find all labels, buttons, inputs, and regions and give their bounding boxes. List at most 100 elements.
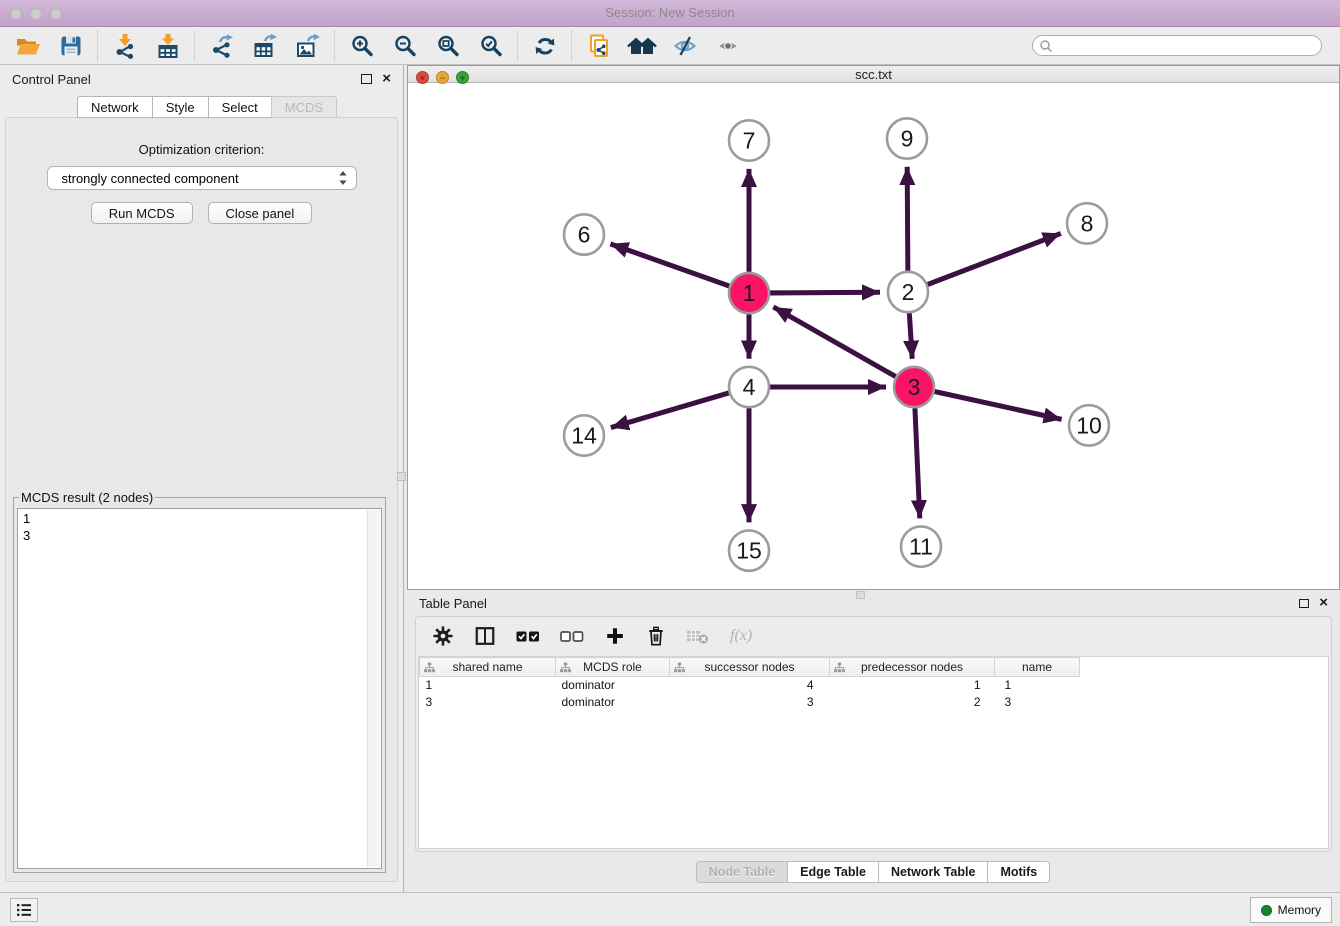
table-cell[interactable]: 3 (420, 694, 556, 711)
graph-edge-3-1[interactable] (773, 307, 895, 377)
table-cell[interactable]: 1 (830, 677, 995, 694)
tab-network-table[interactable]: Network Table (878, 861, 989, 883)
network-window-controls[interactable]: × − + (416, 71, 469, 84)
column-header-predecessor-nodes[interactable]: predecessor nodes (830, 658, 995, 677)
dropdown-stepper-icon (338, 170, 348, 186)
toolbar-separator (334, 31, 335, 61)
table-container: f(x) shared nameMCDS rolesuccessor nodes… (415, 616, 1332, 852)
list-icon (16, 903, 32, 917)
result-scrollbar[interactable] (367, 510, 380, 867)
column-header-successor-nodes[interactable]: successor nodes (670, 658, 830, 677)
refresh-view-button[interactable] (523, 30, 566, 62)
table-cell[interactable]: 3 (995, 694, 1080, 711)
table-cell[interactable]: 1 (995, 677, 1080, 694)
import-table-button[interactable] (146, 30, 189, 62)
optimization-criterion-value: strongly connected component (62, 171, 338, 186)
graph-edge-2-9[interactable] (907, 167, 908, 271)
node-table-header-row: shared nameMCDS rolesuccessor nodesprede… (420, 658, 1080, 677)
settings-gear-button[interactable] (432, 625, 454, 647)
clone-network-view-button[interactable] (577, 30, 620, 62)
select-all-button[interactable] (516, 628, 540, 644)
tab-network[interactable]: Network (77, 96, 153, 118)
deselect-all-button[interactable] (560, 628, 584, 644)
apply-layout-home-button[interactable] (620, 30, 663, 62)
column-header-name[interactable]: name (995, 658, 1080, 677)
network-view-window: × − + scc.txt 7968124314101511 (407, 65, 1340, 590)
float-panel-icon[interactable] (361, 74, 372, 84)
run-mcds-button[interactable]: Run MCDS (91, 202, 193, 224)
graph-edge-3-11[interactable] (915, 408, 920, 518)
minimize-window-icon[interactable] (30, 8, 42, 20)
graph-svg: 7968124314101511 (408, 83, 1339, 589)
close-panel-icon[interactable]: × (382, 74, 391, 84)
search-input[interactable] (1032, 35, 1322, 56)
zoom-out-icon (393, 34, 417, 58)
zoom-in-button[interactable] (340, 30, 383, 62)
export-table-icon (252, 33, 278, 59)
hide-panels-button[interactable] (663, 30, 706, 62)
add-row-button[interactable] (604, 625, 626, 647)
right-area: × − + scc.txt 7968124314101511 Table Pan… (404, 65, 1340, 892)
mcds-result-box[interactable]: 13 (17, 508, 382, 869)
delete-table-icon (686, 626, 710, 646)
tab-select[interactable]: Select (208, 96, 272, 118)
table-cell[interactable]: 4 (670, 677, 830, 694)
show-panels-button[interactable] (706, 30, 749, 62)
memory-button[interactable]: Memory (1250, 897, 1332, 923)
maximize-view-icon[interactable]: + (456, 71, 469, 84)
graph-edge-3-10[interactable] (935, 392, 1062, 420)
import-network-button[interactable] (103, 30, 146, 62)
table-cell[interactable]: 3 (670, 694, 830, 711)
graph-node-label-4: 4 (743, 374, 756, 400)
table-row[interactable]: 1dominator411 (420, 677, 1080, 694)
graph-edge-4-14[interactable] (611, 393, 729, 428)
memory-status-icon (1261, 905, 1272, 916)
graph-edge-2-8[interactable] (928, 233, 1061, 284)
open-session-button[interactable] (6, 30, 49, 62)
optimization-criterion-select[interactable]: strongly connected component (47, 166, 357, 190)
function-builder-button[interactable]: f(x) (730, 627, 752, 645)
show-log-button[interactable] (10, 898, 38, 922)
result-line: 1 (23, 510, 376, 527)
close-window-icon[interactable] (10, 8, 22, 20)
table-cell[interactable]: 2 (830, 694, 995, 711)
export-network-button[interactable] (200, 30, 243, 62)
minimize-view-icon[interactable]: − (436, 71, 449, 84)
horizontal-divider-grip[interactable] (856, 591, 865, 599)
clone-network-icon (586, 33, 612, 59)
tab-edge-table[interactable]: Edge Table (787, 861, 879, 883)
export-image-button[interactable] (286, 30, 329, 62)
maximize-window-icon[interactable] (50, 8, 62, 20)
split-divider-grip[interactable] (397, 472, 406, 481)
graph-node-label-10: 10 (1076, 412, 1102, 438)
zoom-fit-button[interactable] (426, 30, 469, 62)
delete-table-button[interactable] (686, 626, 710, 646)
graph-edge-1-6[interactable] (610, 244, 729, 286)
table-cell[interactable]: 1 (420, 677, 556, 694)
network-canvas[interactable]: 7968124314101511 (408, 83, 1339, 589)
zoom-out-button[interactable] (383, 30, 426, 62)
delete-row-button[interactable] (646, 625, 666, 647)
tab-node-table[interactable]: Node Table (696, 861, 788, 883)
export-table-button[interactable] (243, 30, 286, 62)
zoom-selected-button[interactable] (469, 30, 512, 62)
save-session-button[interactable] (49, 30, 92, 62)
table-panel-title: Table Panel (419, 596, 487, 611)
column-header-MCDS-role[interactable]: MCDS role (556, 658, 670, 677)
tab-motifs[interactable]: Motifs (987, 861, 1050, 883)
tab-style[interactable]: Style (152, 96, 209, 118)
table-cell[interactable]: dominator (556, 677, 670, 694)
close-view-icon[interactable]: × (416, 71, 429, 84)
graph-edge-1-2[interactable] (770, 292, 880, 293)
graph-edge-2-3[interactable] (909, 313, 912, 359)
tab-mcds[interactable]: MCDS (271, 96, 337, 118)
close-panel-button[interactable]: Close panel (208, 202, 313, 224)
toggle-column-panel-button[interactable] (474, 625, 496, 647)
export-image-icon (295, 33, 321, 59)
window-controls-inactive[interactable] (10, 8, 62, 20)
column-header-shared-name[interactable]: shared name (420, 658, 556, 677)
close-table-panel-icon[interactable]: × (1319, 598, 1328, 608)
table-cell[interactable]: dominator (556, 694, 670, 711)
table-row[interactable]: 3dominator323 (420, 694, 1080, 711)
float-table-panel-icon[interactable] (1299, 599, 1309, 608)
